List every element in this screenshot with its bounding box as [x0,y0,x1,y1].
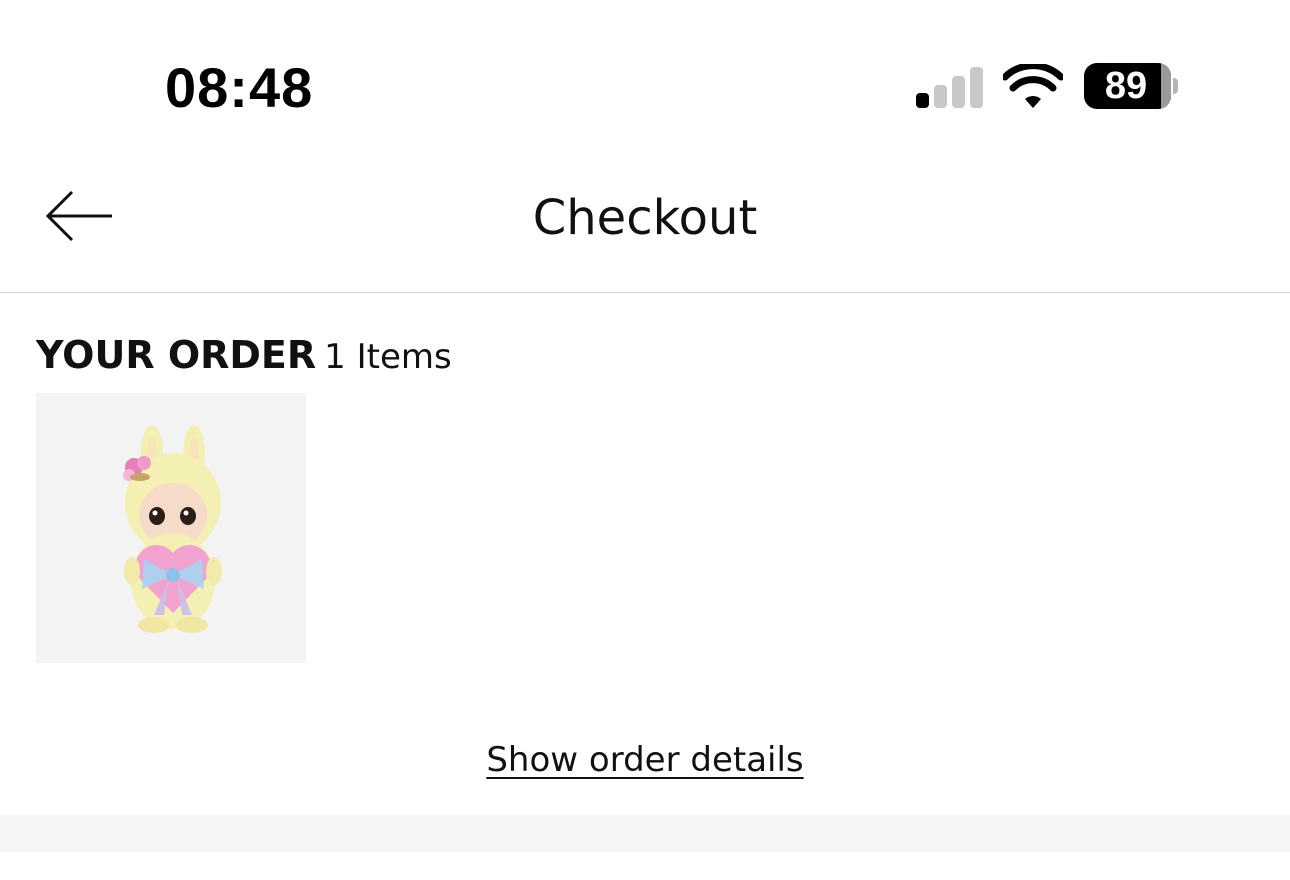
battery-level: 89 [1104,65,1148,107]
show-order-details-link[interactable]: Show order details [486,740,803,780]
checkout-header: Checkout [0,160,1290,293]
wifi-icon [1003,64,1063,108]
page-title: Checkout [532,190,758,246]
section-separator-band [0,815,1290,852]
battery-icon: 89 [1084,63,1178,109]
status-bar: 08:48 89 [0,0,1290,160]
cellular-signal-icon [914,66,984,108]
order-title: YOUR ORDER [36,333,317,377]
order-item-count: 1 Items [324,337,452,377]
show-order-details: Show order details [0,735,1290,791]
order-heading: YOUR ORDER 1 Items [36,330,452,388]
status-time: 08:48 [165,56,314,119]
product-thumbnail[interactable] [36,393,306,663]
plush-figure-image [123,425,222,633]
